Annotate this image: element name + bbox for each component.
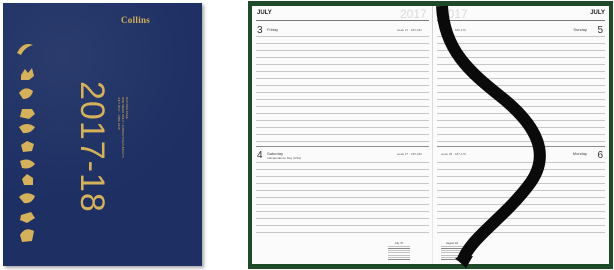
cover-subtitle-line: ONE WEEK ONLY • SUNDAYS/SATURDAYS bbox=[121, 97, 125, 158]
ruled-line bbox=[256, 57, 429, 58]
day-name: Friday bbox=[267, 27, 279, 32]
year-label: 2017 bbox=[400, 7, 427, 21]
ruled-line bbox=[437, 92, 605, 93]
diary-cover: Collins 2017-18 DAY-PER-PAGE ONE WEEK ON… bbox=[3, 3, 202, 266]
day-name: Sunday bbox=[573, 27, 587, 32]
ruled-line bbox=[437, 162, 605, 163]
mini-calendar-grid bbox=[388, 246, 410, 260]
ruled-line bbox=[256, 232, 429, 233]
month-label: JULY bbox=[257, 10, 272, 16]
ruled-line bbox=[437, 218, 605, 219]
ruled-line bbox=[256, 218, 429, 219]
ruled-line bbox=[256, 197, 429, 198]
ruled-line bbox=[256, 85, 429, 86]
cover-subtitle-line: DAY-PER-PAGE bbox=[125, 97, 129, 119]
ruled-line bbox=[256, 183, 429, 184]
ruled-line bbox=[437, 85, 605, 86]
mini-calendar-grid bbox=[441, 246, 463, 260]
right-page: 2017 JULY week 27 · 186-179 Sunday 5 wee… bbox=[433, 6, 609, 264]
left-page: JULY 2017 3 Friday week 27 · 184-181 4 S… bbox=[252, 6, 433, 264]
day-number: 5 bbox=[597, 25, 603, 36]
ruled-line bbox=[437, 78, 605, 79]
ruled-line bbox=[437, 71, 605, 72]
ruled-line bbox=[256, 176, 429, 177]
day-divider bbox=[437, 146, 605, 147]
ruled-line bbox=[437, 120, 605, 121]
header-rule bbox=[256, 20, 429, 21]
ruled-line bbox=[437, 183, 605, 184]
ruled-line bbox=[256, 190, 429, 191]
ruled-line bbox=[256, 50, 429, 51]
mini-calendar: August '18 bbox=[441, 242, 463, 260]
ruled-line bbox=[437, 99, 605, 100]
brand-name: Collins bbox=[121, 15, 151, 25]
day-name: Monday bbox=[572, 151, 587, 156]
cover-subtitle: DAY-PER-PAGE ONE WEEK ONLY • SUNDAYS/SAT… bbox=[117, 97, 129, 158]
mini-calendar-title: July '17 bbox=[394, 242, 404, 245]
ruled-line bbox=[437, 169, 605, 170]
week-info: week 27 · 184-181 bbox=[397, 28, 422, 32]
ruled-line bbox=[256, 134, 429, 135]
ruled-line bbox=[437, 127, 605, 128]
ruled-line bbox=[256, 162, 429, 163]
ruled-line bbox=[437, 141, 605, 142]
ruled-line bbox=[437, 50, 605, 51]
day-number: 4 bbox=[257, 150, 263, 161]
ruled-line bbox=[256, 211, 429, 212]
week-info: week 27 · 186-179 bbox=[441, 28, 466, 32]
ruled-line bbox=[437, 57, 605, 58]
ruled-line bbox=[437, 176, 605, 177]
ruled-line bbox=[256, 106, 429, 107]
ruled-line bbox=[437, 204, 605, 205]
week-info: week 27 · 185-180 bbox=[397, 152, 422, 156]
ruled-line bbox=[256, 92, 429, 93]
ruled-line bbox=[256, 78, 429, 79]
ruled-line bbox=[437, 36, 605, 37]
day-number: 6 bbox=[597, 150, 603, 161]
ruled-line bbox=[256, 120, 429, 121]
ruled-line bbox=[437, 64, 605, 65]
month-label: JULY bbox=[590, 10, 605, 16]
ruled-line bbox=[437, 225, 605, 226]
holiday-note: Independence Day (USA) bbox=[267, 156, 302, 160]
day-number: 3 bbox=[257, 25, 263, 36]
ruled-line bbox=[256, 225, 429, 226]
ruled-line bbox=[256, 204, 429, 205]
header-rule bbox=[437, 20, 605, 21]
week-info: week 28 · 187-178 bbox=[441, 152, 466, 156]
mini-calendar: July '17 bbox=[388, 242, 410, 260]
ruled-line bbox=[437, 211, 605, 212]
day-divider bbox=[256, 146, 429, 147]
ruled-line bbox=[437, 134, 605, 135]
ruled-line bbox=[437, 232, 605, 233]
ruled-line bbox=[437, 113, 605, 114]
ruled-line bbox=[437, 197, 605, 198]
cover-year: 2017-18 bbox=[73, 81, 111, 213]
ruled-line bbox=[437, 43, 605, 44]
ruled-line bbox=[256, 71, 429, 72]
ruled-line bbox=[256, 99, 429, 100]
ruled-line bbox=[256, 43, 429, 44]
year-label: 2017 bbox=[441, 7, 468, 21]
ruled-line bbox=[437, 106, 605, 107]
ruled-line bbox=[256, 169, 429, 170]
gold-animal-strip-icon bbox=[17, 44, 35, 242]
ruled-line bbox=[256, 113, 429, 114]
mini-calendar-title: August '18 bbox=[446, 242, 458, 245]
ruled-line bbox=[256, 36, 429, 37]
ruled-line bbox=[437, 190, 605, 191]
ruled-line bbox=[256, 141, 429, 142]
ruled-line bbox=[256, 64, 429, 65]
open-diary: JULY 2017 3 Friday week 27 · 184-181 4 S… bbox=[248, 1, 613, 269]
ruled-line bbox=[256, 127, 429, 128]
